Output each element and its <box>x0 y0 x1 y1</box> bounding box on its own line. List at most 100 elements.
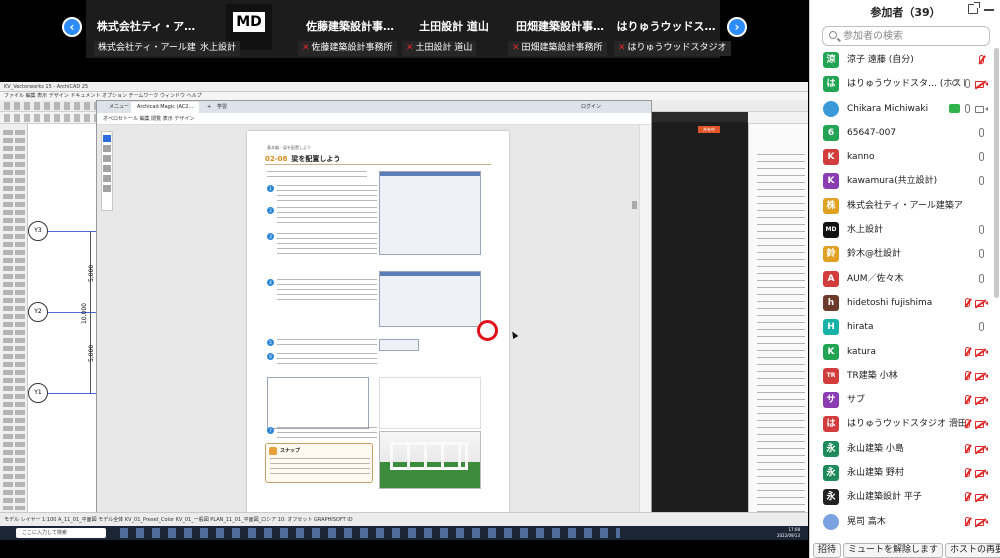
step-number: 3 <box>267 233 274 240</box>
archicad-navigator <box>748 124 808 526</box>
mic-muted-icon <box>965 297 970 307</box>
participant-list-scrollbar[interactable] <box>994 48 999 298</box>
avatar: 永 <box>823 465 839 482</box>
participant-row[interactable]: Hhirata <box>810 315 994 339</box>
avatar: 6 <box>823 124 839 141</box>
participant-row[interactable]: 鈴鈴木@杜設計 <box>810 242 994 266</box>
body-text <box>277 207 377 227</box>
sharing-tag: 共有中 <box>698 126 720 133</box>
windows-taskbar: ここに入力して検索 17:08 2022/09/13 <box>0 526 808 540</box>
eraser-tool-icon[interactable] <box>103 165 111 172</box>
participant-row[interactable]: A AUM／佐々木 <box>810 267 994 291</box>
mic-muted-icon <box>965 468 970 478</box>
floor-plan-view: Y3 Y2 Y1 5,000 5,000 10,000 <box>28 124 100 526</box>
tile-label: ✕ はりゅうウッドスタジオ <box>614 41 731 56</box>
step-number: 4 <box>267 279 274 286</box>
title-rule <box>265 164 491 165</box>
participant-row[interactable]: h hidetoshi fujishima <box>810 291 994 315</box>
tool-icons-column <box>3 130 13 510</box>
participant-row[interactable]: MD 水上設計 <box>810 218 994 242</box>
snap-note-box: スナップ <box>265 443 373 483</box>
snap-title: スナップ <box>280 448 301 454</box>
prev-page-button[interactable]: ‹ <box>62 17 82 37</box>
participant-row[interactable]: ははりゅうウッドスタジオ 滑田… <box>810 412 994 436</box>
taskbar-apps <box>120 528 620 538</box>
mic-icon <box>979 152 984 162</box>
taskbar-clock: 17:08 2022/09/13 <box>776 527 800 538</box>
participant-name: 晃司 高木 <box>847 516 886 527</box>
participant-name: はりゅうウッドスタジオ 滑田… <box>847 419 965 430</box>
page-title: 02-08 梁を配置しよう <box>265 155 341 163</box>
archicad-toolbox <box>0 124 28 526</box>
mic-icon <box>979 249 984 259</box>
archicad-title-bar: KV_Vectorworks 15 - ArchiCAD 25 <box>0 82 808 92</box>
select-tool-icon[interactable] <box>103 135 111 142</box>
body-text <box>277 427 377 439</box>
camera-off-icon <box>975 470 988 478</box>
pop-out-icon[interactable] <box>968 2 980 14</box>
participant-row[interactable]: Kkanno <box>810 145 994 169</box>
step-number: 7 <box>267 427 274 434</box>
shared-screen[interactable]: KV_Vectorworks 15 - ArchiCAD 25 ファイル 編集 … <box>0 82 808 558</box>
next-page-button[interactable]: › <box>727 17 747 37</box>
browser-tab[interactable]: Archicad Magic (AC2… <box>131 102 200 113</box>
pdf-toolbar: オペロセトール 編集 閲覧 表示 デザイン <box>97 113 651 125</box>
dialog-screenshot <box>379 271 481 327</box>
participant-row[interactable]: 晃司 高木 <box>810 510 994 534</box>
participant-row[interactable]: Chikara Michiwaki <box>810 97 994 121</box>
zoom-in-icon[interactable] <box>103 175 111 182</box>
avatar: MD <box>823 222 839 239</box>
participant-name: 永山建築 小島 <box>847 443 904 454</box>
video-tile[interactable]: 佐藤建築設計事… ✕ 佐藤建築設計事務所 <box>298 0 402 58</box>
participant-row[interactable]: Kkatura <box>810 340 994 364</box>
invite-button[interactable]: 招待 <box>813 543 842 558</box>
mic-icon <box>965 103 970 113</box>
tile-label: ✕ 佐藤建築設計事務所 <box>298 41 397 56</box>
participant-row[interactable]: 永永山建築設計 平子 <box>810 485 994 509</box>
browser-window[interactable]: メニュー Archicad Magic (AC2… + 学習 ログイン オペロセ… <box>96 100 652 558</box>
tool-icons-column <box>15 130 25 510</box>
pdf-scrollbar[interactable] <box>632 201 637 209</box>
page-header: 基本編 - 梁を配置しよう <box>267 145 311 150</box>
participant-row[interactable]: TR TR建築 小林 <box>810 364 994 388</box>
participant-row[interactable]: ササブ <box>810 388 994 412</box>
unmute-button[interactable]: ミュートを解除します <box>843 543 944 558</box>
pen-tool-icon[interactable] <box>103 155 111 162</box>
participant-name: AUM／佐々木 <box>847 273 904 284</box>
reclaim-host-button[interactable]: ホストの再要求 <box>945 543 1000 558</box>
mic-icon <box>965 79 970 89</box>
participant-name: TR建築 小林 <box>847 370 898 381</box>
camera-off-icon <box>975 494 988 502</box>
taskbar-search[interactable]: ここに入力して検索 <box>16 528 106 538</box>
participant-row[interactable]: 永永山建築 野村 <box>810 461 994 485</box>
tile-label: 水上設計 <box>196 41 241 56</box>
screen-share-icon <box>949 103 960 113</box>
participant-row[interactable]: 永永山建築 小島 <box>810 437 994 461</box>
mic-muted-icon <box>965 346 970 356</box>
mic-muted-icon <box>965 443 970 453</box>
video-tile[interactable]: 土田設計 道山 ✕ 土田設計 道山 <box>402 0 506 58</box>
video-tile[interactable]: 田畑建築設計事… ✕ 田畑建築設計事務所 <box>508 0 612 58</box>
participants-panel: 参加者（39） 涼涼子 遠藤 (自分)ははりゅうウッドスタ… (ホスト)Chik… <box>809 0 1000 558</box>
avatar: H <box>823 319 839 336</box>
participant-row[interactable]: 6 65647-007 <box>810 121 994 145</box>
zoom-meeting-window: ‹ › 株式会社ティ・ア… 株式会社ティ・アール建… MD 水上設計 佐藤建築設… <box>0 0 1000 558</box>
participant-row[interactable]: 涼涼子 遠藤 (自分) <box>810 48 994 72</box>
participant-row[interactable]: ははりゅうウッドスタ… (ホスト) <box>810 72 994 96</box>
participant-name: katura <box>847 346 877 357</box>
minimize-icon[interactable] <box>984 9 994 11</box>
mic-muted-icon: ✕ <box>302 43 310 53</box>
login-link[interactable]: ログイン <box>575 102 607 113</box>
participant-search-input[interactable] <box>843 28 983 44</box>
avatar: 鈴 <box>823 246 839 263</box>
video-tile[interactable]: はりゅうウッドス… ✕ はりゅうウッドスタジオ <box>614 0 731 58</box>
zoom-tool-icon[interactable] <box>103 145 111 152</box>
video-tile[interactable]: MD 水上設計 <box>196 0 300 58</box>
zoom-out-icon[interactable] <box>103 185 111 192</box>
avatar: TR <box>823 367 839 384</box>
video-tile[interactable]: 株式会社ティ・ア… 株式会社ティ・アール建… <box>94 0 209 58</box>
participant-name: 涼子 遠藤 (自分) <box>847 55 914 65</box>
participant-row[interactable]: Kkawamura(共立設計) <box>810 169 994 193</box>
participant-row[interactable]: 株株式会社ティ・アール建築アトリエ <box>810 194 994 218</box>
browser-tab[interactable]: 学習 <box>211 102 233 113</box>
